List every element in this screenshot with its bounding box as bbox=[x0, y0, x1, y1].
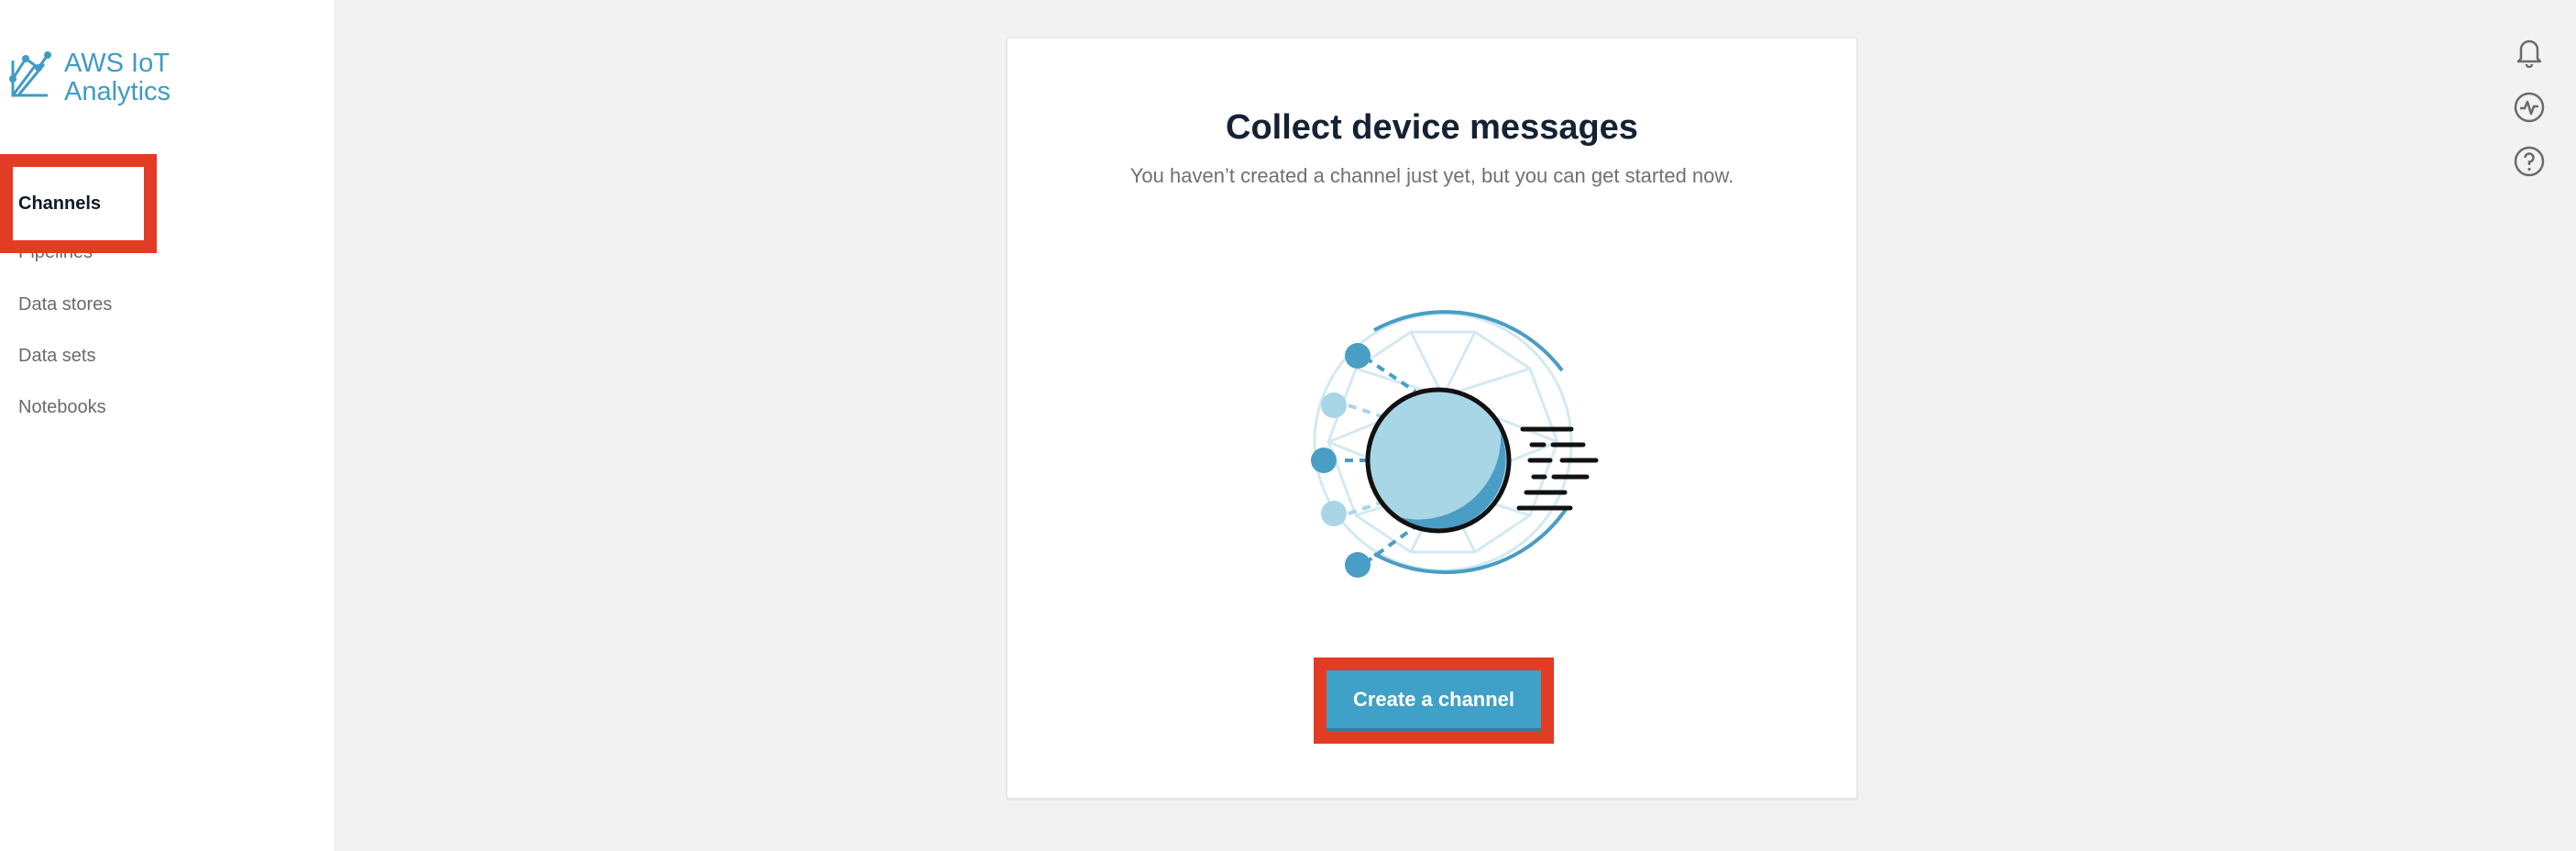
sidebar-item-data-sets[interactable]: Data sets bbox=[18, 346, 95, 367]
brand[interactable]: AWS IoT Analytics bbox=[7, 48, 171, 106]
bell-icon[interactable] bbox=[2513, 35, 2546, 68]
sidebar-item-data-stores[interactable]: Data stores bbox=[18, 294, 112, 315]
sidebar-item-notebooks[interactable]: Notebooks bbox=[18, 397, 106, 418]
app-title: AWS IoT Analytics bbox=[64, 50, 171, 106]
create-channel-button[interactable]: Create a channel bbox=[1327, 670, 1541, 731]
sidebar-item-channels-label: Channels bbox=[18, 193, 102, 214]
channel-ingest-illustration bbox=[1311, 310, 1599, 578]
page-subtitle: You haven’t created a channel just yet, … bbox=[1129, 164, 1734, 187]
app-title-line1: AWS IoT bbox=[64, 49, 170, 78]
activity-icon[interactable] bbox=[2513, 91, 2546, 124]
page-title: Collect device messages bbox=[1226, 108, 1638, 147]
create-channel-highlight: Create a channel bbox=[1314, 658, 1554, 744]
app-title-line2: Analytics bbox=[64, 77, 171, 106]
sidebar-item-channels[interactable]: Channels bbox=[0, 154, 157, 253]
empty-state-card: Collect device messages You haven’t crea… bbox=[1007, 38, 1857, 799]
sidebar: AWS IoT Analytics Pipelines Data stores … bbox=[0, 0, 334, 851]
help-icon[interactable] bbox=[2513, 145, 2546, 178]
iot-analytics-logo-icon bbox=[9, 51, 51, 97]
